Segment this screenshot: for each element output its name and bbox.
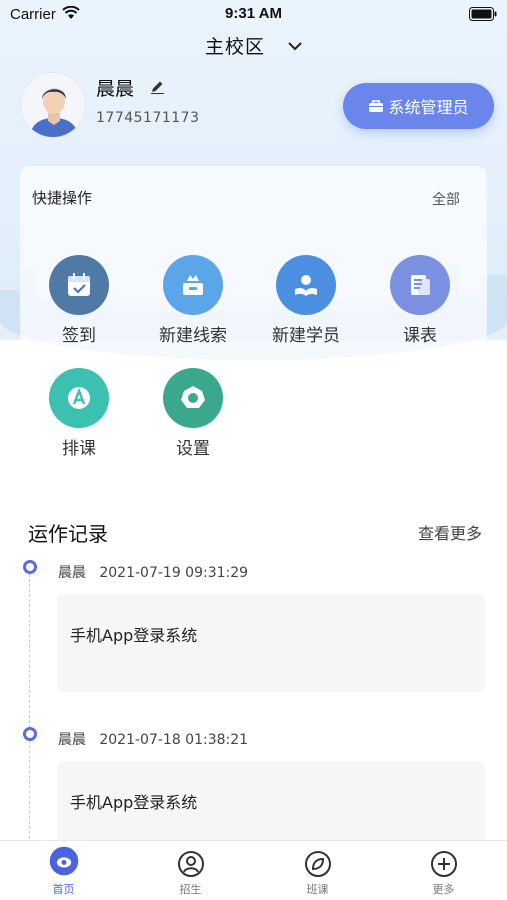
- quick-action-label: 签到: [62, 326, 96, 346]
- record-user: 晨晨: [58, 732, 86, 748]
- bottom-tab-bar: 首页 招生 班课 更多: [0, 840, 507, 900]
- compass-leaf-icon: [303, 849, 333, 879]
- tab-label: 更多: [432, 883, 455, 896]
- quick-action-settings[interactable]: 设置: [138, 368, 248, 459]
- quick-action-label: 设置: [176, 439, 210, 459]
- role-button-label: 系统管理员: [388, 98, 469, 117]
- user-avatar-icon: [21, 73, 85, 137]
- calendar-check-icon: [49, 255, 109, 315]
- clock: 9:31 AM: [225, 5, 282, 22]
- role-button[interactable]: 系统管理员: [343, 83, 494, 129]
- quick-action-label: 排课: [62, 439, 96, 459]
- quick-action-schedule[interactable]: 课表: [365, 255, 475, 346]
- tab-label: 班课: [306, 883, 329, 896]
- briefcase-icon: [369, 100, 384, 112]
- timeline-dot: [23, 727, 37, 741]
- quick-action-new-lead[interactable]: 新建线索: [138, 255, 248, 346]
- campus-label: 主校区: [204, 36, 265, 58]
- tab-more[interactable]: 更多: [380, 841, 507, 900]
- quick-action-checkin[interactable]: 签到: [24, 255, 134, 346]
- record-user: 晨晨: [58, 565, 86, 581]
- battery-icon: [469, 7, 497, 21]
- quick-action-arrange-class[interactable]: 排课: [24, 368, 134, 459]
- home-icon: [49, 846, 79, 879]
- user-phone: 17745171173: [96, 110, 200, 126]
- tab-classes[interactable]: 班课: [254, 841, 381, 900]
- tab-home[interactable]: 首页: [0, 841, 127, 900]
- record-text: 手机App登录系统: [70, 626, 198, 645]
- record-meta: 晨晨 2021-07-19 09:31:29: [58, 562, 248, 582]
- record-time: 2021-07-18 01:38:21: [99, 732, 249, 748]
- record-card[interactable]: 手机App登录系统: [57, 594, 485, 692]
- operations-title: 运作记录: [28, 522, 108, 546]
- quick-action-label: 新建线索: [159, 326, 227, 346]
- document-icon: [390, 255, 450, 315]
- record-text: 手机App登录系统: [70, 793, 198, 812]
- campus-selector[interactable]: 主校区: [0, 32, 507, 59]
- record-time: 2021-07-19 09:31:29: [99, 565, 249, 581]
- student-book-icon: [276, 255, 336, 315]
- timeline-dot: [23, 560, 37, 574]
- edit-pencil-icon[interactable]: [150, 79, 165, 94]
- tab-enrollment[interactable]: 招生: [127, 841, 254, 900]
- letter-a-icon: [49, 368, 109, 428]
- tab-label: 招生: [179, 883, 202, 896]
- chevron-down-icon: [288, 42, 302, 51]
- quick-action-label: 课表: [403, 326, 437, 346]
- quick-action-label: 新建学员: [272, 326, 340, 346]
- user-name: 晨晨: [96, 78, 135, 100]
- quick-action-new-student[interactable]: 新建学员: [251, 255, 361, 346]
- record-meta: 晨晨 2021-07-18 01:38:21: [58, 729, 248, 749]
- plus-circle-icon: [429, 849, 459, 879]
- user-circle-icon: [176, 849, 206, 879]
- crown-box-icon: [163, 255, 223, 315]
- timeline-line: [29, 574, 30, 844]
- operations-more-link[interactable]: 查看更多: [418, 520, 482, 544]
- quick-actions-title: 快捷操作: [32, 189, 93, 207]
- avatar[interactable]: [20, 72, 86, 138]
- gear-icon: [163, 368, 223, 428]
- record-card[interactable]: 手机App登录系统: [57, 761, 485, 851]
- status-bar: Carrier 9:31 AM: [0, 0, 507, 30]
- quick-actions-all-link[interactable]: 全部: [432, 189, 460, 209]
- tab-label: 首页: [52, 883, 75, 896]
